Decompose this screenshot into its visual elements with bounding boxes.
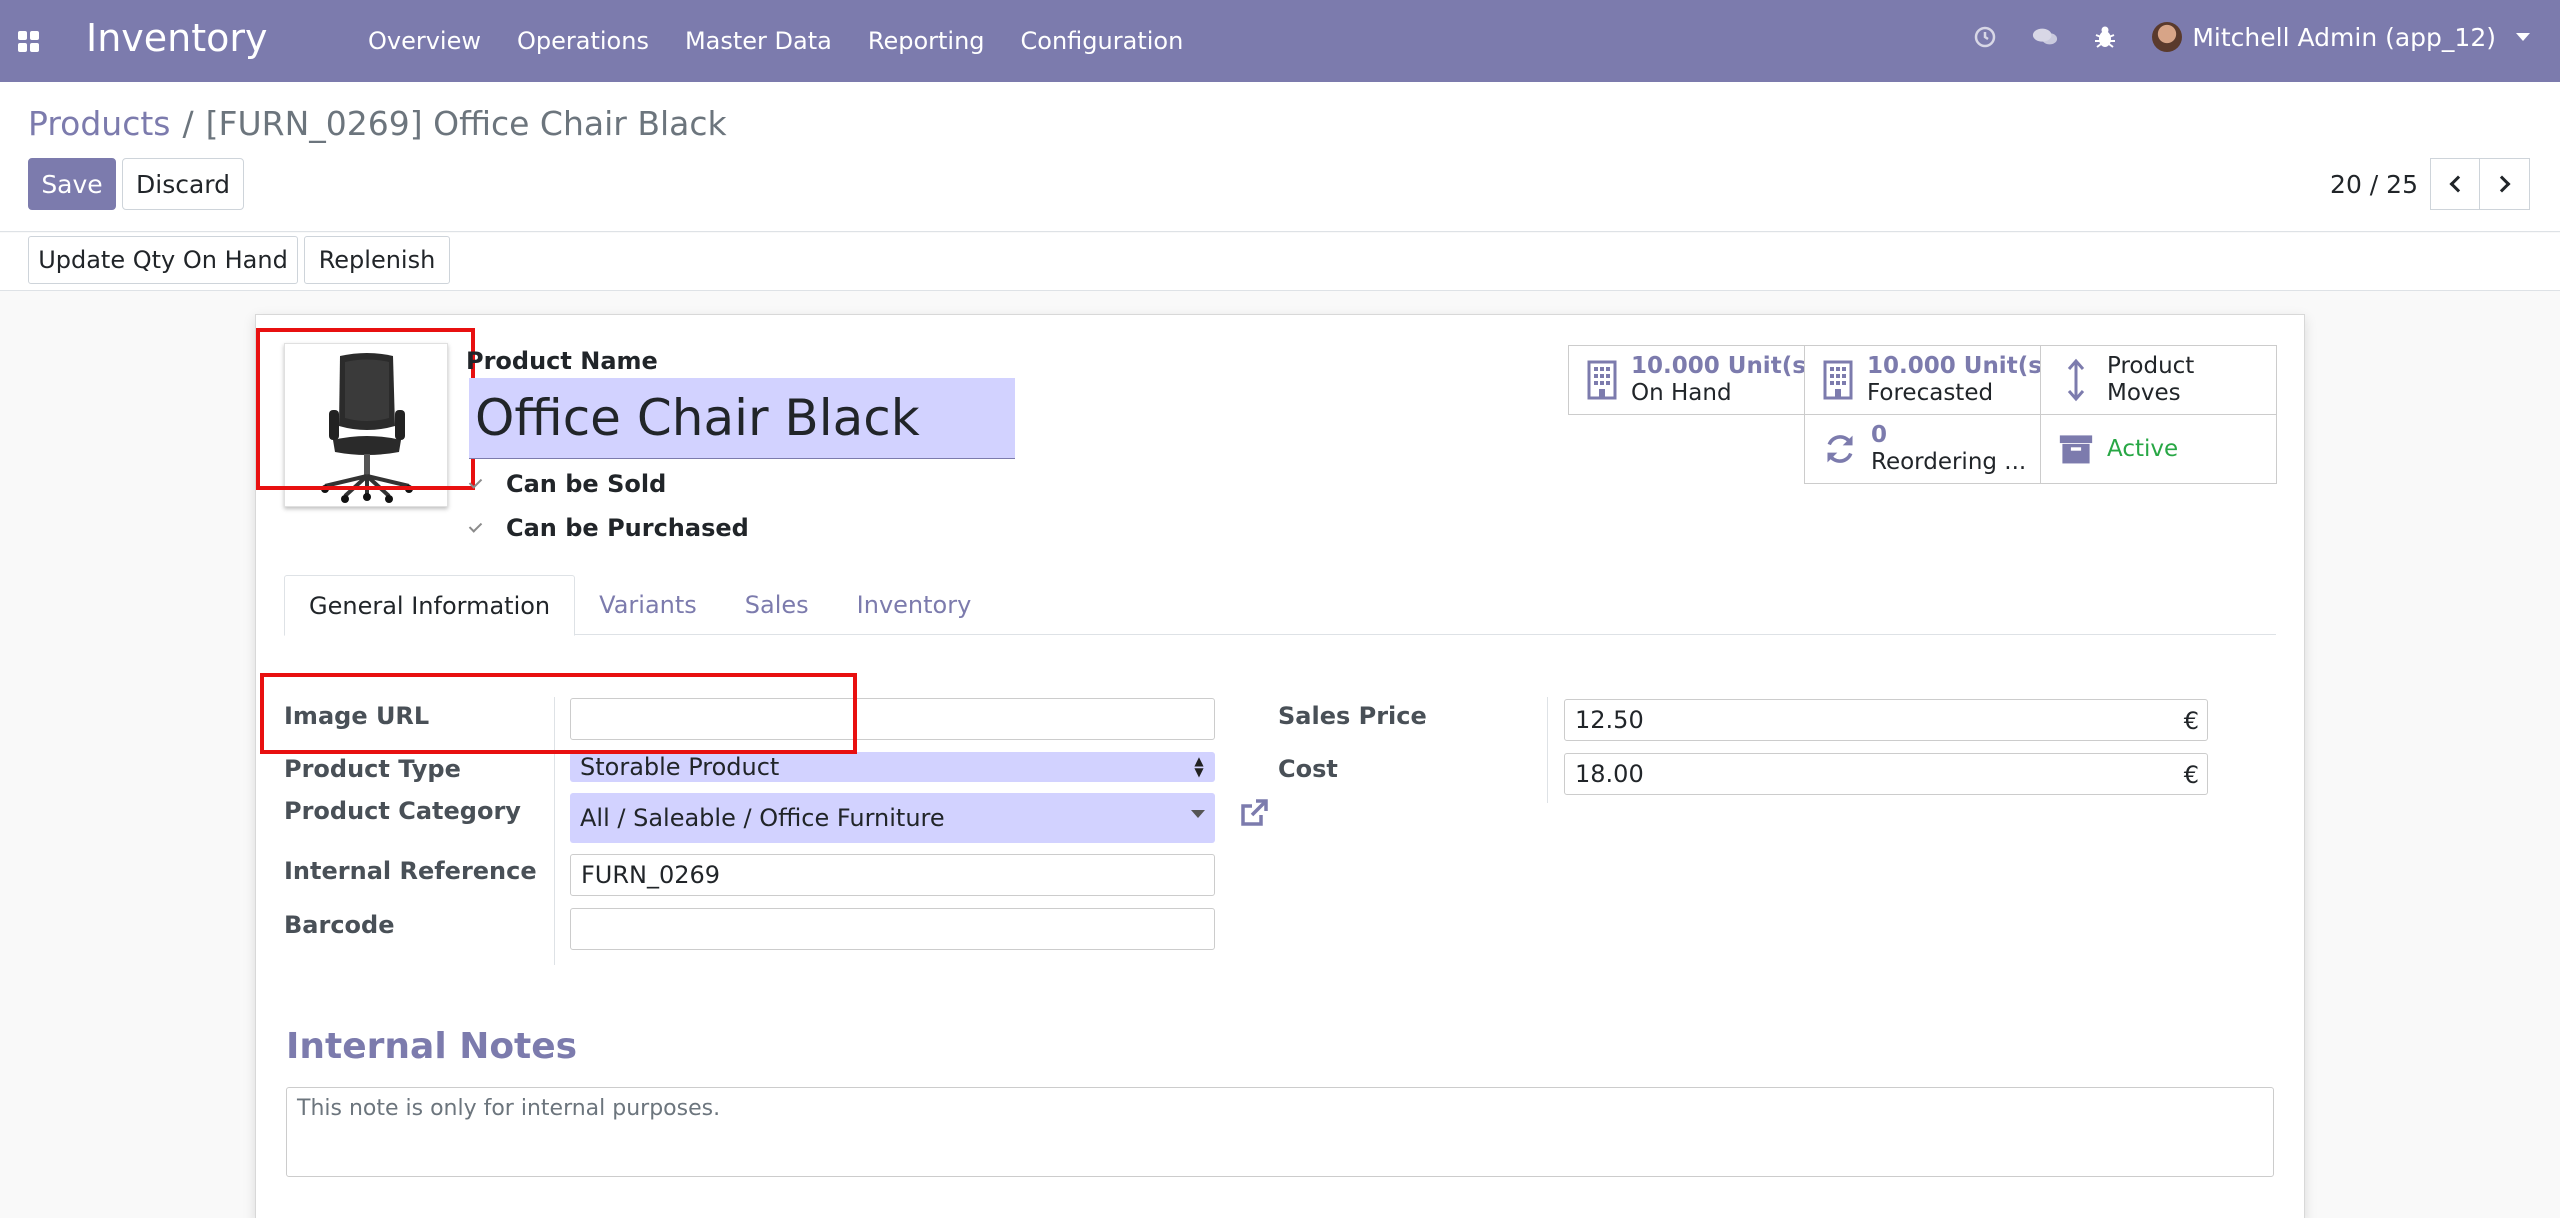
forecasted-value: 10.000 Unit(s) bbox=[1867, 353, 2041, 379]
user-name: Mitchell Admin (app_12) bbox=[2192, 22, 2496, 52]
main-menu: Overview Operations Master Data Reportin… bbox=[368, 27, 1183, 55]
arrows-vertical-icon bbox=[2059, 358, 2093, 402]
product-category-label: Product Category bbox=[284, 797, 521, 825]
tab-inventory[interactable]: Inventory bbox=[833, 575, 996, 635]
menu-item-overview[interactable]: Overview bbox=[368, 27, 481, 55]
menu-item-reporting[interactable]: Reporting bbox=[868, 27, 985, 55]
barcode-label: Barcode bbox=[284, 911, 395, 939]
breadcrumb-products[interactable]: Products bbox=[28, 104, 171, 143]
pager-previous-button[interactable] bbox=[2430, 158, 2480, 210]
barcode-input[interactable] bbox=[570, 908, 1215, 950]
tab-variants[interactable]: Variants bbox=[575, 575, 721, 635]
product-category-value: All / Saleable / Office Furniture bbox=[580, 804, 945, 832]
tab-general-information[interactable]: General Information bbox=[284, 575, 576, 636]
form-sheet: Product Name Office Chair Black Can be S… bbox=[255, 314, 2305, 1218]
top-navbar: Inventory Overview Operations Master Dat… bbox=[0, 0, 2560, 82]
cost-value: 18.00 bbox=[1575, 760, 1644, 788]
currency-symbol: € bbox=[2183, 707, 2199, 735]
chevron-right-icon bbox=[2493, 175, 2511, 193]
pager: 20 / 25 bbox=[2330, 158, 2530, 210]
systray: Mitchell Admin (app_12) bbox=[1972, 22, 2530, 52]
on-hand-smart-button[interactable]: 10.000 Unit(s) On Hand bbox=[1568, 345, 1805, 415]
product-name-input[interactable]: Office Chair Black bbox=[469, 378, 1015, 459]
product-type-value: Storable Product bbox=[580, 753, 780, 781]
can-be-sold-checkbox[interactable]: Can be Sold bbox=[468, 470, 666, 498]
product-moves-label-line1: Product bbox=[2107, 353, 2195, 379]
product-moves-label-line2: Moves bbox=[2107, 380, 2181, 406]
active-label: Active bbox=[2107, 436, 2179, 462]
on-hand-label: On Hand bbox=[1631, 380, 1732, 406]
apps-menu-icon[interactable] bbox=[18, 31, 39, 52]
internal-reference-input[interactable]: FURN_0269 bbox=[570, 854, 1215, 896]
product-type-select[interactable]: Storable Product ▲ ▼ bbox=[570, 752, 1215, 782]
cost-label: Cost bbox=[1278, 755, 1338, 783]
checkmark-icon bbox=[468, 476, 484, 492]
building-icon bbox=[1587, 360, 1617, 400]
archive-icon bbox=[2059, 431, 2093, 467]
active-toggle-button[interactable]: Active bbox=[2040, 414, 2277, 484]
external-link-icon[interactable] bbox=[1237, 796, 1271, 830]
breadcrumb-current: [FURN_0269] Office Chair Black bbox=[205, 104, 727, 143]
forecasted-smart-button[interactable]: 10.000 Unit(s) Forecasted bbox=[1804, 345, 2041, 415]
sales-price-label: Sales Price bbox=[1278, 702, 1427, 730]
product-name-label: Product Name bbox=[466, 347, 658, 375]
sales-price-input[interactable]: 12.50 € bbox=[1564, 699, 2208, 741]
product-category-select[interactable]: All / Saleable / Office Furniture bbox=[570, 793, 1215, 843]
internal-notes-title: Internal Notes bbox=[286, 1026, 578, 1067]
bug-icon[interactable] bbox=[2092, 24, 2118, 50]
chevron-down-icon bbox=[2516, 33, 2530, 41]
building-icon bbox=[1823, 360, 1853, 400]
pager-value[interactable]: 20 / 25 bbox=[2330, 170, 2418, 199]
avatar bbox=[2152, 22, 2183, 52]
forecasted-label: Forecasted bbox=[1867, 380, 1994, 406]
control-panel: Products / [FURN_0269] Office Chair Black … bbox=[0, 82, 2560, 232]
reordering-label: Reordering ... bbox=[1871, 449, 2027, 475]
reordering-smart-button[interactable]: 0 Reordering ... bbox=[1804, 414, 2041, 484]
dropdown-arrow-icon bbox=[1191, 810, 1205, 818]
internal-notes-textarea[interactable]: This note is only for internal purposes. bbox=[286, 1087, 2274, 1177]
on-hand-value: 10.000 Unit(s) bbox=[1631, 353, 1805, 379]
update-qty-on-hand-button[interactable]: Update Qty On Hand bbox=[28, 236, 298, 284]
form-statusbar: Update Qty On Hand Replenish bbox=[0, 233, 2560, 291]
replenish-button[interactable]: Replenish bbox=[304, 236, 450, 284]
notebook-tabs: General Information Variants Sales Inven… bbox=[284, 575, 2276, 636]
field-separator bbox=[1547, 697, 1548, 803]
menu-item-operations[interactable]: Operations bbox=[517, 27, 649, 55]
menu-item-configuration[interactable]: Configuration bbox=[1021, 27, 1184, 55]
image-url-highlight-box bbox=[260, 673, 857, 754]
discard-button[interactable]: Discard bbox=[122, 158, 244, 210]
reordering-value: 0 bbox=[1871, 422, 1888, 448]
internal-reference-label: Internal Reference bbox=[284, 857, 537, 885]
menu-item-master-data[interactable]: Master Data bbox=[685, 27, 832, 55]
user-menu[interactable]: Mitchell Admin (app_12) bbox=[2152, 22, 2530, 52]
app-title[interactable]: Inventory bbox=[86, 16, 268, 60]
chevron-left-icon bbox=[2449, 175, 2466, 193]
can-be-sold-label: Can be Sold bbox=[506, 470, 667, 498]
updown-arrows-icon: ▲ ▼ bbox=[1194, 754, 1204, 779]
pager-next-button[interactable] bbox=[2480, 158, 2530, 210]
cost-input[interactable]: 18.00 € bbox=[1564, 753, 2208, 795]
sales-price-value: 12.50 bbox=[1575, 706, 1644, 734]
currency-symbol: € bbox=[2183, 761, 2199, 789]
product-moves-smart-button[interactable]: Product Moves bbox=[2040, 345, 2277, 415]
refresh-icon bbox=[1823, 430, 1857, 468]
chat-icon[interactable] bbox=[2032, 24, 2058, 50]
can-be-purchased-checkbox[interactable]: Can be Purchased bbox=[468, 514, 749, 542]
checkmark-icon bbox=[468, 520, 484, 536]
clock-icon[interactable] bbox=[1972, 24, 1998, 50]
breadcrumb: Products / [FURN_0269] Office Chair Black bbox=[28, 104, 727, 143]
can-be-purchased-label: Can be Purchased bbox=[506, 514, 749, 542]
product-type-label: Product Type bbox=[284, 755, 461, 783]
tab-sales[interactable]: Sales bbox=[721, 575, 833, 635]
save-button[interactable]: Save bbox=[28, 158, 116, 210]
image-highlight-box bbox=[256, 328, 475, 490]
breadcrumb-separator: / bbox=[182, 104, 194, 143]
